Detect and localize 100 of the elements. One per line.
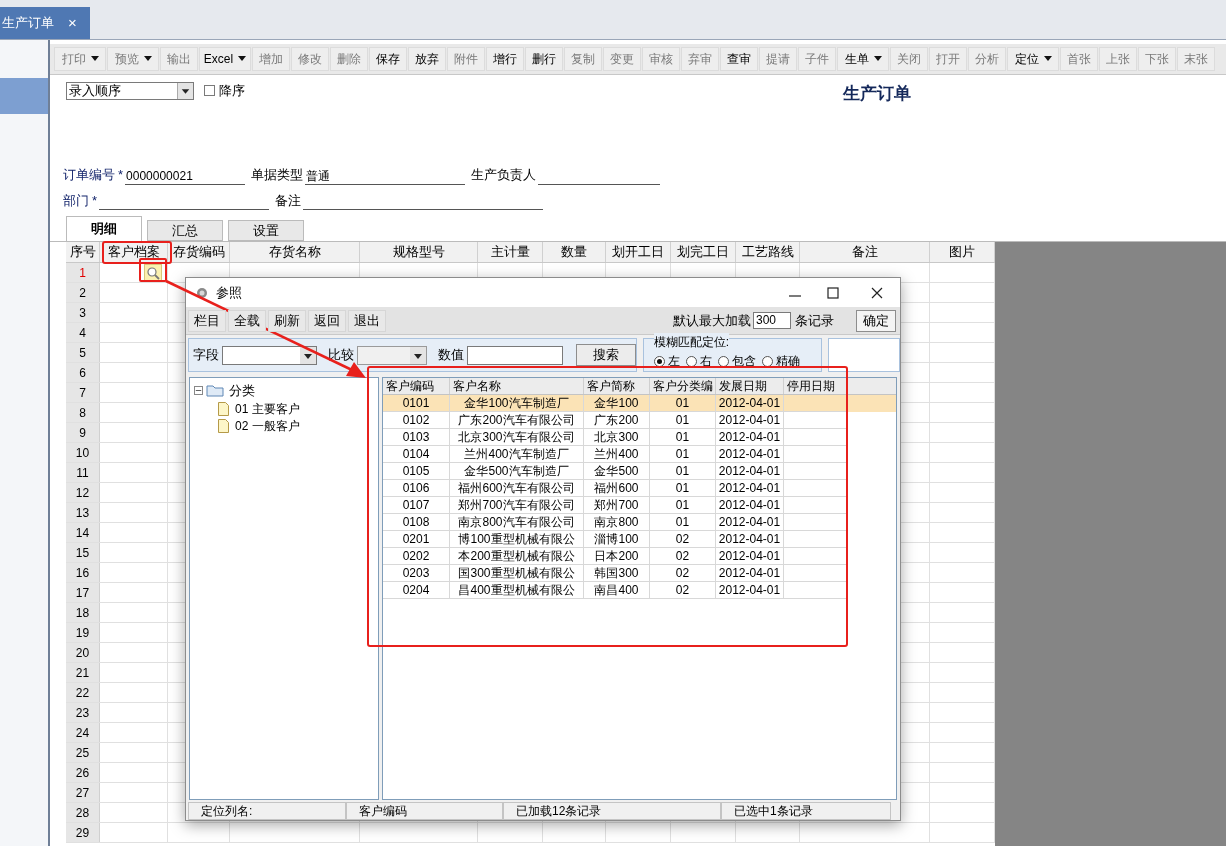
radio-button[interactable] <box>761 355 773 367</box>
app-icon <box>196 286 208 299</box>
row-number: 16 <box>66 563 100 582</box>
toolbar-button[interactable]: Excel <box>199 47 251 71</box>
toolbar-button[interactable]: 打印 <box>54 47 106 71</box>
caret-icon <box>238 56 247 62</box>
toolbar-button[interactable]: 复制 <box>564 47 602 71</box>
toolbar-button[interactable]: 末张 <box>1177 47 1215 71</box>
max-load-field[interactable]: 300 <box>753 312 791 329</box>
search-button[interactable]: 搜索 <box>575 344 636 366</box>
radio-label: 右 <box>699 353 712 370</box>
table-row[interactable]: 0101 金华100汽车制造厂 金华100 01 2012-04-01 <box>383 395 896 412</box>
radio-button[interactable] <box>685 355 697 367</box>
field-label: 订单编号 <box>63 166 115 184</box>
table-cell: 2012-04-01 <box>716 582 784 599</box>
row-number: 7 <box>66 383 100 402</box>
document-title: 生产订单 <box>843 83 911 105</box>
toolbar-button[interactable]: 返回 <box>308 309 346 332</box>
column-header: 客户分类编 <box>650 378 716 394</box>
row-number: 20 <box>66 643 100 662</box>
toolbar-button[interactable]: 审核 <box>642 47 680 71</box>
row-number: 12 <box>66 483 100 502</box>
row-number: 9 <box>66 423 100 442</box>
tree-item[interactable]: 01 主要客户 <box>235 400 300 418</box>
radio-button[interactable] <box>717 355 729 367</box>
column-header: 主计量 <box>478 242 543 262</box>
preview-panel <box>828 338 900 372</box>
row-number: 4 <box>66 323 100 342</box>
table-cell: 昌400重型机械有限公 <box>450 582 584 599</box>
column-header: 存货名称 <box>230 242 360 262</box>
column-header: 客户简称 <box>584 378 650 394</box>
toolbar-button[interactable]: 删行 <box>525 47 563 71</box>
toolbar-button[interactable]: 预览 <box>107 47 159 71</box>
tab[interactable]: 设置 <box>228 220 304 241</box>
toolbar-button[interactable]: 变更 <box>603 47 641 71</box>
toolbar-button[interactable]: 增行 <box>486 47 524 71</box>
value-field[interactable] <box>466 345 563 365</box>
tab[interactable]: 汇总 <box>147 220 223 241</box>
toolbar-button[interactable]: 关闭 <box>890 47 928 71</box>
table-cell: 0204 <box>383 582 450 599</box>
input-field[interactable]: 0000000021 <box>125 167 246 185</box>
toolbar-button[interactable]: 修改 <box>291 47 329 71</box>
column-header: 划完工日 <box>671 242 736 262</box>
input-field[interactable]: 普通 <box>305 167 466 185</box>
toolbar-button[interactable]: 上张 <box>1099 47 1137 71</box>
toolbar-button[interactable]: 附件 <box>447 47 485 71</box>
row-number: 10 <box>66 443 100 462</box>
row-number: 5 <box>66 343 100 362</box>
column-header: 存货编码 <box>168 242 230 262</box>
close-icon[interactable]: × <box>68 11 77 35</box>
toolbar-button[interactable]: 查审 <box>720 47 758 71</box>
row-number: 21 <box>66 663 100 682</box>
checkbox[interactable] <box>204 85 215 97</box>
toolbar-button[interactable]: 下张 <box>1138 47 1176 71</box>
toolbar-button[interactable]: 分析 <box>968 47 1006 71</box>
toolbar-button[interactable]: 放弃 <box>408 47 446 71</box>
row-number: 1 <box>66 263 100 282</box>
field-label: 字段 <box>193 346 219 365</box>
row-number: 3 <box>66 303 100 322</box>
toolbar-button[interactable]: 提请 <box>759 47 797 71</box>
radio-label: 包含 <box>731 353 756 370</box>
row-number: 25 <box>66 743 100 762</box>
tree-item[interactable]: 分类 <box>229 381 255 401</box>
maximize-icon[interactable] <box>826 285 840 300</box>
toolbar-button[interactable]: 子件 <box>798 47 836 71</box>
toolbar-button[interactable]: 输出 <box>160 47 198 71</box>
close-icon[interactable] <box>870 285 884 300</box>
tab[interactable]: 明细 <box>66 216 142 241</box>
toolbar-button[interactable]: 生单 <box>837 47 889 71</box>
row-number: 6 <box>66 363 100 382</box>
row-number: 19 <box>66 623 100 642</box>
radio-button[interactable] <box>653 355 665 367</box>
toolbar-button[interactable]: 首张 <box>1060 47 1098 71</box>
document-tab[interactable]: 生产订单 × <box>0 7 90 39</box>
field-dropdown[interactable] <box>222 345 317 365</box>
toolbar-button[interactable]: 保存 <box>369 47 407 71</box>
toolbar-button[interactable]: 刷新 <box>268 309 306 332</box>
document-icon <box>218 419 229 433</box>
group-title: 模糊匹配定位: <box>653 333 730 351</box>
column-header: 停用日期 <box>784 378 847 394</box>
row-number: 13 <box>66 503 100 522</box>
collapse-toggle-icon[interactable] <box>194 386 203 396</box>
max-load-label: 默认最大加载 <box>673 311 751 330</box>
row-number: 8 <box>66 403 100 422</box>
toolbar-button[interactable]: 全载 <box>228 309 266 332</box>
toolbar-button[interactable]: 定位 <box>1007 47 1059 71</box>
required-mark: * <box>92 191 98 210</box>
toolbar-button[interactable]: 打开 <box>929 47 967 71</box>
tree-item[interactable]: 02 一般客户 <box>235 417 300 435</box>
column-header: 序号 <box>66 242 100 262</box>
toolbar-button[interactable]: 删除 <box>330 47 368 71</box>
toolbar-button[interactable]: 弃审 <box>681 47 719 71</box>
toolbar-button[interactable]: 退出 <box>348 309 386 332</box>
radio-label: 左 <box>667 353 680 370</box>
toolbar-button[interactable]: 栏目 <box>188 309 226 332</box>
confirm-button[interactable]: 确定 <box>856 309 896 332</box>
toolbar-button[interactable]: 增加 <box>252 47 290 71</box>
sort-dropdown[interactable]: 录入顺序 <box>66 81 194 100</box>
status-text: 已加载12条记录 <box>503 802 721 820</box>
row-number: 29 <box>66 823 100 842</box>
